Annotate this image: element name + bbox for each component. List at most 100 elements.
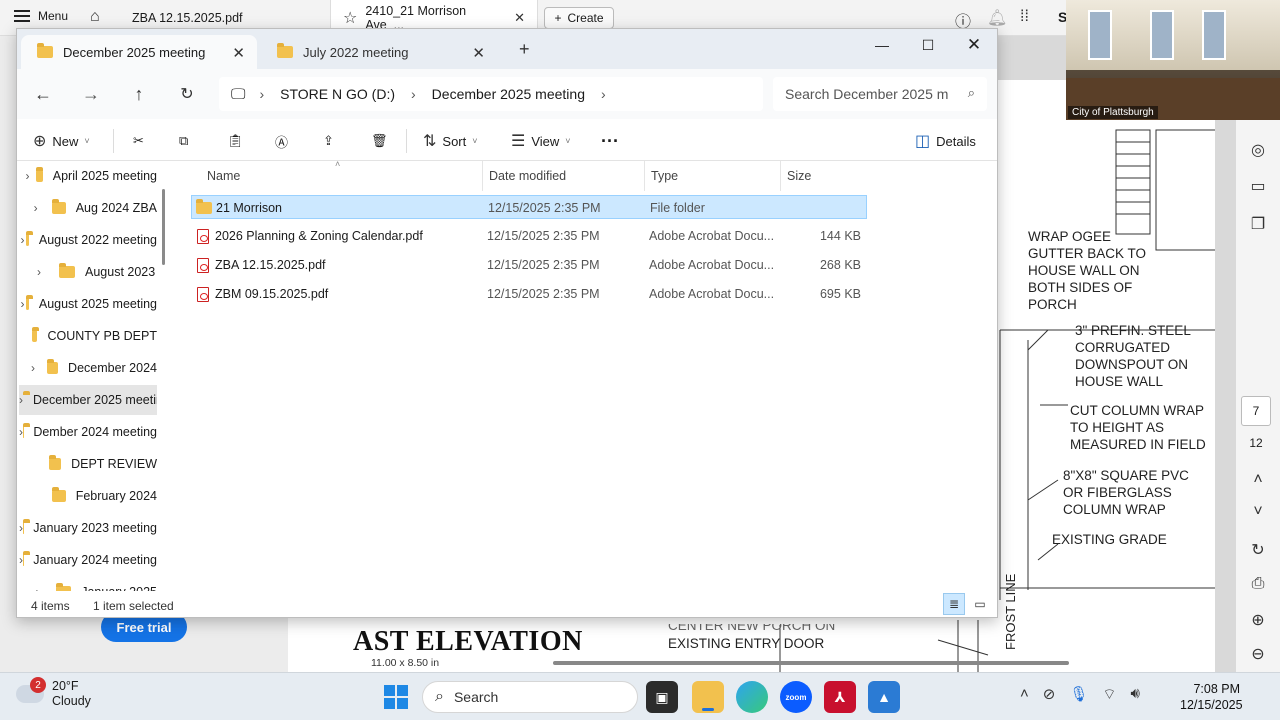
nav-item[interactable]: › Dember 2024 meeting [19, 417, 157, 447]
breadcrumb[interactable]: 🖵︎ › STORE N GO (D:) › December 2025 mee… [219, 77, 763, 111]
nav-item[interactable]: › January 2023 meeting [19, 513, 157, 543]
nav-scrollbar[interactable] [162, 189, 165, 265]
star-icon[interactable]: ☆ [343, 8, 357, 28]
fit-page-icon[interactable]: ⎙ [1244, 570, 1272, 598]
chevron-right-icon[interactable]: › [19, 361, 47, 375]
copy-icon[interactable]: ⧉ [179, 127, 188, 155]
delete-icon[interactable]: 🗑︎ [371, 127, 388, 155]
close-icon[interactable]: ✕ [232, 44, 245, 62]
column-divider[interactable] [644, 161, 645, 191]
maximize-icon[interactable]: ☐ [905, 33, 951, 57]
breadcrumb-drive[interactable]: STORE N GO (D:) [280, 86, 395, 102]
table-row[interactable]: ZBM 09.15.2025.pdf 12/15/2025 2:35 PM Adob… [191, 282, 867, 306]
page-up-icon[interactable]: ˄ [1244, 466, 1272, 494]
page-number-input[interactable]: 7 [1241, 396, 1271, 426]
chevron-right-icon[interactable]: › [19, 169, 36, 183]
windows-start-icon[interactable] [384, 685, 408, 709]
network-off-icon[interactable]: ⊘ [1043, 685, 1056, 704]
explorer-tab-july[interactable]: July 2022 meeting ✕ [261, 35, 497, 69]
zoom-in-icon[interactable]: ⊕ [1244, 606, 1272, 634]
nav-item[interactable]: COUNTY PB DEPT [19, 321, 157, 351]
chevron-right-icon[interactable]: › [19, 265, 59, 279]
zoom-out-icon[interactable]: ⊖ [1244, 640, 1272, 668]
page-down-icon[interactable]: ˅ [1244, 498, 1272, 526]
paste-icon[interactable]: 📋︎ [227, 127, 244, 155]
browser-tab-title: ZBA 12.15.2025.pdf [132, 11, 243, 25]
bookmark-icon[interactable]: ▭ [1244, 172, 1272, 200]
details-view-icon[interactable]: ≣ [943, 593, 965, 615]
chevron-right-icon[interactable]: › [19, 201, 52, 215]
comment-icon[interactable]: ◎ [1244, 136, 1272, 164]
clock[interactable]: 7:08 PM 12/15/2025 [1180, 681, 1243, 713]
more-options-icon[interactable]: ··· [601, 127, 619, 155]
bell-icon[interactable]: 🔔︎ [987, 8, 1007, 28]
taskbar-search[interactable]: ⌕ Search [422, 681, 638, 713]
view-button[interactable]: ☰ View ˅ [511, 127, 571, 155]
chevron-right-icon[interactable]: › [19, 393, 23, 407]
explorer-tab-december[interactable]: December 2025 meeting ✕ [21, 35, 257, 69]
nav-item[interactable]: › Aug 2024 ZBA [19, 193, 157, 223]
menu-button[interactable]: Menu [14, 9, 68, 23]
search-input[interactable]: Search December 2025 m ⌕ [773, 77, 987, 111]
create-button[interactable]: + Create [544, 7, 614, 29]
photos-icon[interactable]: ▲ [868, 681, 900, 713]
column-header-name[interactable]: Name [207, 169, 240, 183]
nav-item[interactable]: › August 2022 meeting [19, 225, 157, 255]
edge-icon[interactable] [736, 681, 768, 713]
nav-item[interactable]: DEPT REVIEW [19, 449, 157, 479]
details-button[interactable]: ◫ Details [915, 127, 976, 155]
cut-icon[interactable]: ✂ [133, 127, 144, 155]
nav-item[interactable]: › December 2025 meeting [19, 385, 157, 415]
nav-item[interactable]: › August 2025 meeting [19, 289, 157, 319]
column-header-size[interactable]: Size [787, 169, 811, 183]
zoom-video-feed[interactable] [1066, 0, 1280, 120]
nav-item[interactable]: › August 2023 [19, 257, 157, 287]
rotate-icon[interactable]: ↻ [1244, 536, 1272, 564]
up-arrow-icon[interactable]: ↑ [125, 81, 153, 107]
acrobat-icon[interactable]: ⅄ [824, 681, 856, 713]
nav-item[interactable]: › December 2024 [19, 353, 157, 383]
apps-grid-icon[interactable]: ⁞⁞ [1020, 8, 1029, 26]
video-window [1088, 10, 1112, 60]
horizontal-scrollbar[interactable] [553, 661, 1069, 665]
task-view-icon[interactable]: ▣ [646, 681, 678, 713]
forward-arrow-icon[interactable]: → [77, 81, 105, 107]
column-header-date[interactable]: Date modified [489, 169, 566, 183]
table-row[interactable]: 2026 Planning & Zoning Calendar.pdf 12/15… [191, 224, 867, 248]
nav-item-label: February 2024 [75, 489, 157, 503]
minimize-icon[interactable]: — [859, 33, 905, 57]
zoom-icon[interactable]: zoom [780, 681, 812, 713]
new-tab-icon[interactable]: + [519, 39, 530, 60]
back-arrow-icon[interactable]: ← [29, 81, 57, 107]
weather-widget[interactable]: 2 20°F Cloudy [16, 677, 91, 709]
nav-item[interactable]: › January 2024 meeting [19, 545, 157, 575]
breadcrumb-folder[interactable]: December 2025 meeting [432, 86, 585, 102]
home-icon[interactable]: ⌂ [90, 8, 100, 26]
chevron-right-icon[interactable]: › [19, 297, 26, 311]
close-tab-icon[interactable]: ✕ [514, 10, 525, 26]
chevron-right-icon[interactable]: › [19, 233, 26, 247]
wifi-icon[interactable]: ⌔ [1102, 685, 1116, 704]
chevron-right-icon[interactable]: › [601, 86, 606, 102]
nav-item[interactable]: ›January 2025 [19, 577, 157, 591]
tiles-view-icon[interactable]: ▭ [969, 593, 991, 615]
rename-icon[interactable]: Ⓐ [275, 127, 288, 155]
microphone-icon[interactable]: 🎙︎ [1069, 685, 1088, 704]
volume-icon[interactable]: 🔊︎ [1131, 685, 1140, 704]
nav-item[interactable]: February 2024 [19, 481, 157, 511]
refresh-icon[interactable]: ↻ [173, 81, 201, 107]
window-close-icon[interactable]: ✕ [951, 33, 997, 57]
file-explorer-icon[interactable] [692, 681, 724, 713]
share-icon[interactable]: ⇪ [323, 127, 334, 155]
table-row[interactable]: 21 Morrison 12/15/2025 2:35 PM File folder [191, 195, 867, 219]
chevron-up-icon[interactable]: ˄ [1020, 685, 1029, 704]
table-row[interactable]: ZBA 12.15.2025.pdf 12/15/2025 2:35 PM Adob… [191, 253, 867, 277]
column-divider[interactable] [780, 161, 781, 191]
column-divider[interactable] [482, 161, 483, 191]
pages-icon[interactable]: ❐ [1244, 210, 1272, 238]
sort-button[interactable]: ⇅ Sort ˅ [423, 127, 478, 155]
column-header-type[interactable]: Type [651, 169, 678, 183]
new-button[interactable]: ⊕ New ˅ [33, 127, 90, 155]
close-icon[interactable]: ✕ [472, 44, 485, 62]
nav-item[interactable]: › April 2025 meeting [19, 161, 157, 191]
